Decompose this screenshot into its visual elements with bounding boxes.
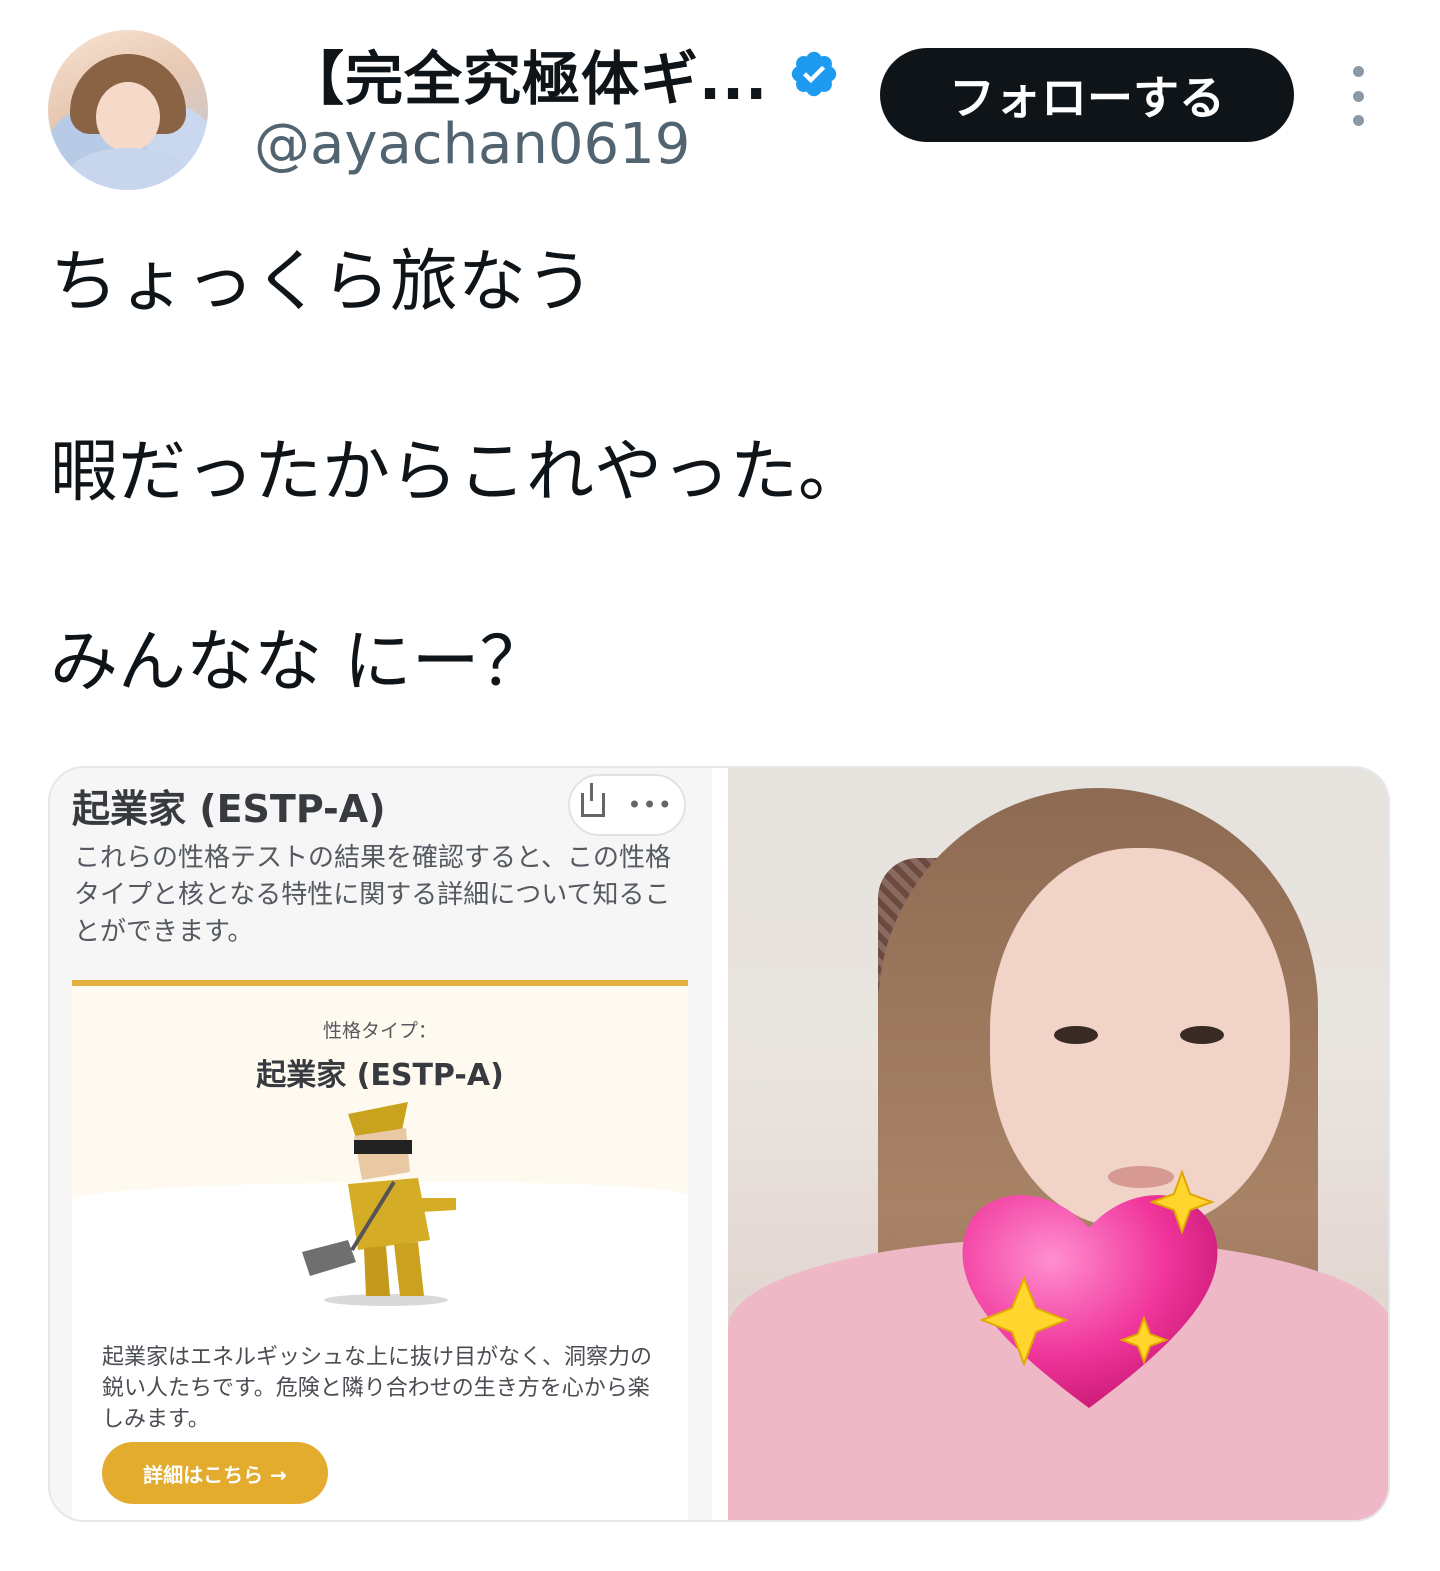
- more-dot: [1352, 115, 1364, 126]
- avatar-body: [66, 148, 190, 190]
- sparkling-heart-icon: [962, 1169, 1218, 1408]
- tweet-text-line-1: ちょっくら旅なう: [50, 243, 595, 322]
- more-dot: [1352, 90, 1364, 102]
- author-handle[interactable]: @ayachan0619: [254, 112, 690, 177]
- personality-type-label: 性格タイプ：: [322, 1020, 437, 1042]
- author-avatar[interactable]: [48, 30, 208, 190]
- personality-type-title: 起業家 (ESTP-A): [256, 1058, 504, 1093]
- more-vertical-icon[interactable]: [1338, 66, 1378, 126]
- personality-type-summary: 起業家はエネルギッシュな上に抜け目がなく、洞察力の鋭い人たちです。危険と隣り合わ…: [102, 1345, 653, 1432]
- author-name-row[interactable]: 【完全究極体ギ...: [286, 36, 840, 113]
- personality-page-title: 起業家 (ESTP-A): [72, 787, 386, 831]
- verified-badge-icon: [791, 51, 837, 97]
- tweet-text-line-2: 暇だったからこれやった。: [50, 433, 867, 512]
- personality-result-card: 性格タイプ： 起業家 (ESTP-A) 起業家はエネルギッシュな上に抜け目がなく…: [72, 980, 688, 1520]
- share-icon: [581, 783, 606, 817]
- tweet-text-line-3: みんなな にー？: [50, 623, 548, 702]
- entrepreneur-mascot-illustration: [302, 1102, 456, 1306]
- photo-eye-right: [1180, 1026, 1224, 1044]
- avatar-face: [96, 82, 160, 152]
- more-dot: [1352, 66, 1364, 77]
- photo-eye-left: [1054, 1026, 1098, 1044]
- tweet-media[interactable]: 起業家 (ESTP-A) ••• これらの性格テストの結果を確認すると、この性格…: [48, 766, 1390, 1522]
- personality-page-description: これらの性格テストの結果を確認すると、この性格タイプと核となる特性に関する詳細に…: [74, 843, 671, 947]
- media-image-personality-result[interactable]: 起業家 (ESTP-A) ••• これらの性格テストの結果を確認すると、この性格…: [50, 768, 712, 1520]
- media-image-selfie[interactable]: [728, 768, 1388, 1520]
- details-button[interactable]: 詳細はこちら →: [102, 1442, 328, 1504]
- author-display-name[interactable]: 【完全究極体ギ...: [286, 32, 768, 116]
- page-actions: •••: [568, 774, 686, 836]
- more-horizontal-icon: •••: [627, 791, 673, 819]
- follow-button[interactable]: フォローする: [880, 48, 1294, 142]
